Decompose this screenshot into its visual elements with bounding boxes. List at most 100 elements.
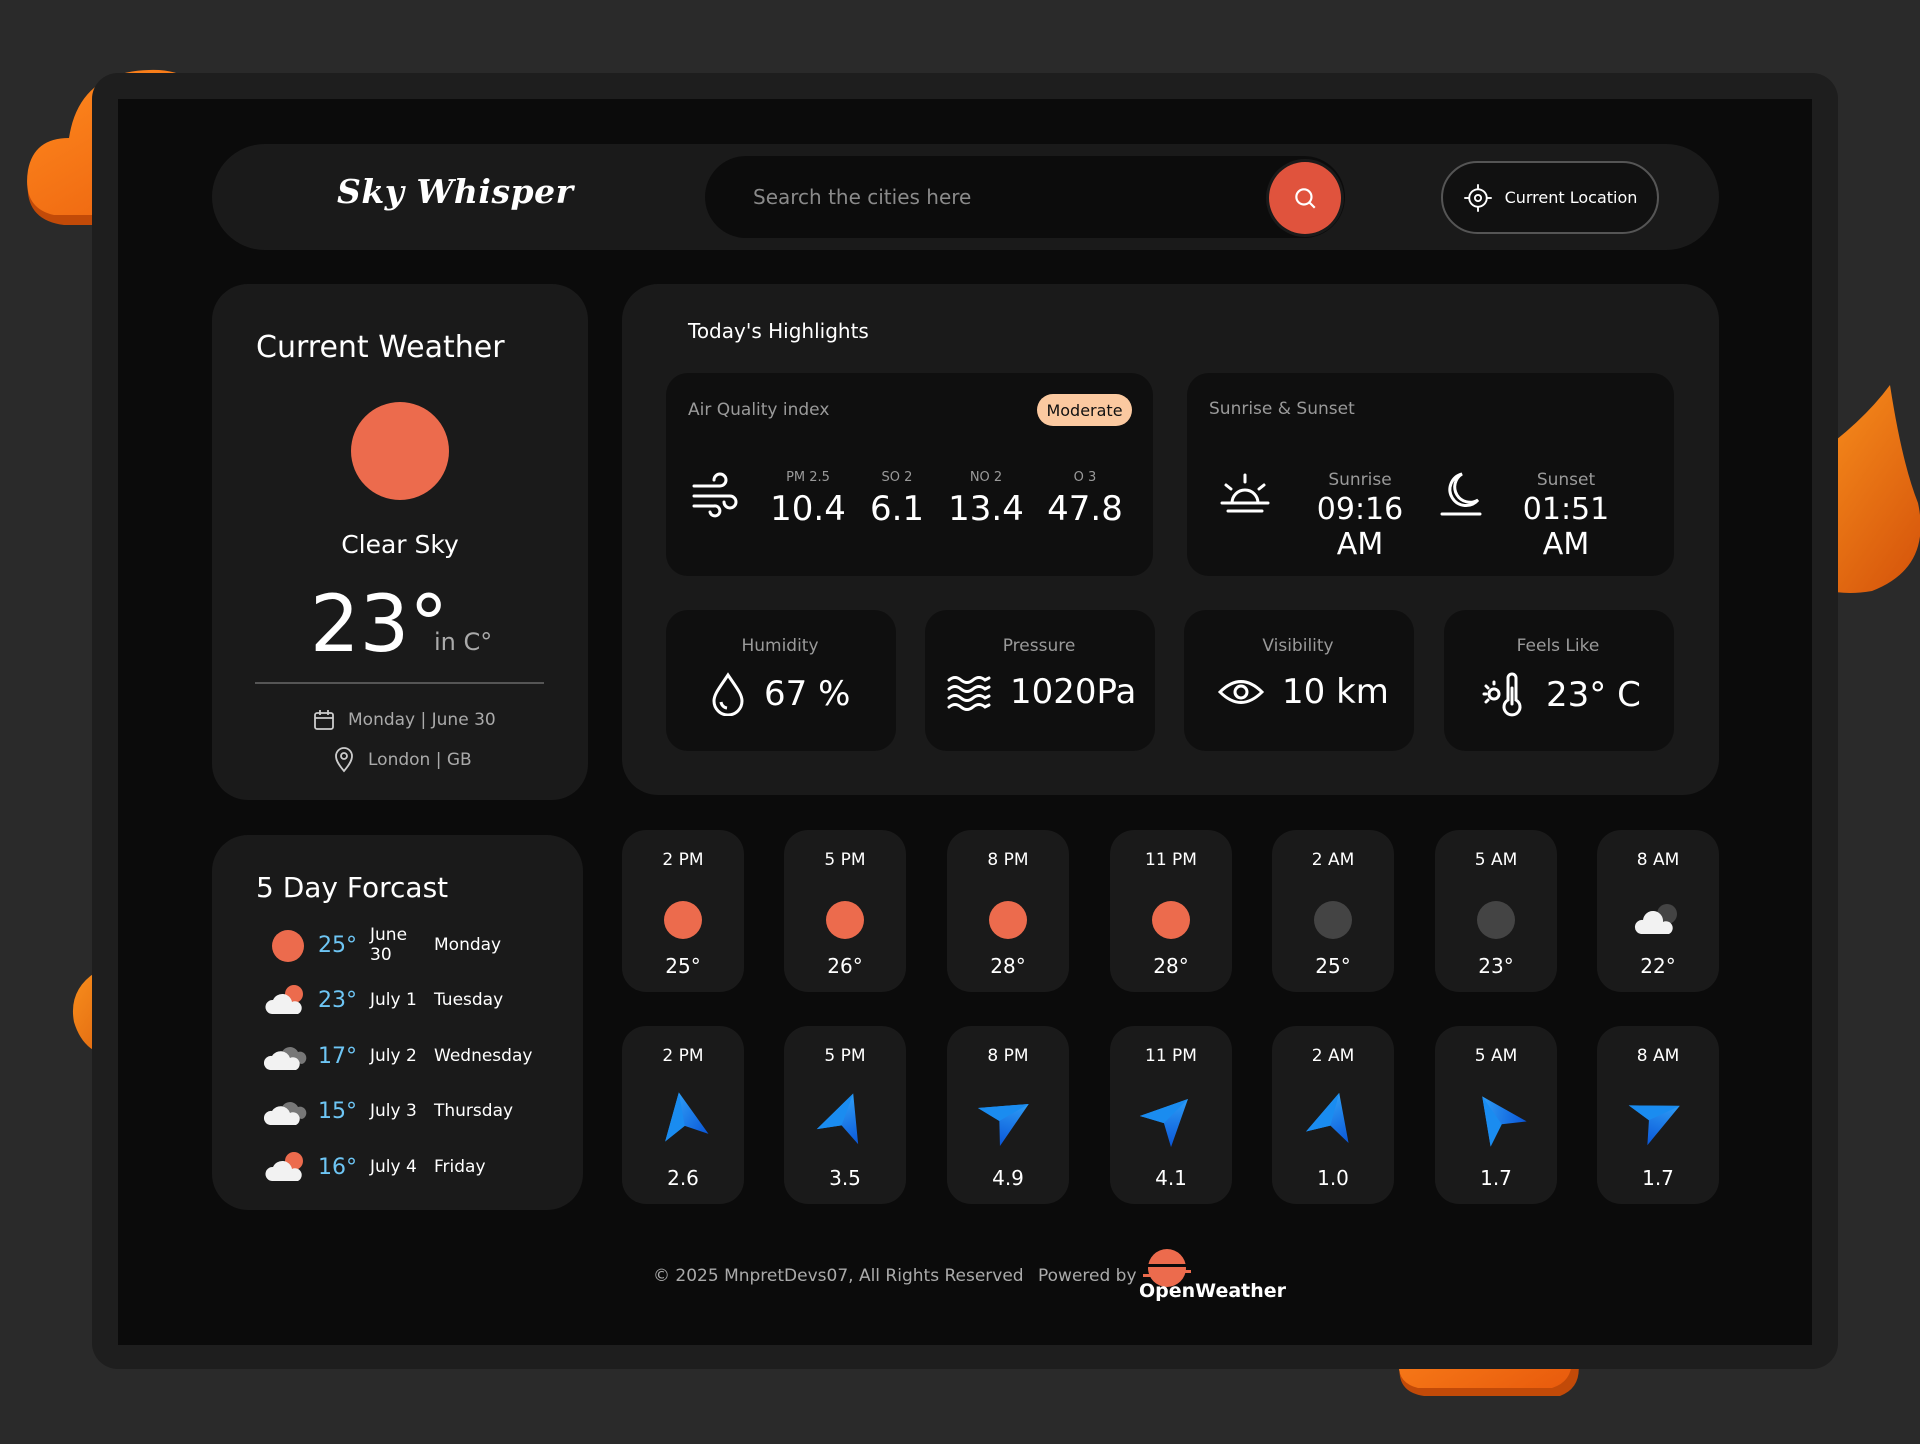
wind-speed: 1.7	[1642, 1166, 1674, 1190]
hourly-time: 2 AM	[1311, 1046, 1355, 1066]
aqi-key: O 3	[1073, 470, 1097, 485]
forecast-temp: 23°	[318, 987, 357, 1013]
droplet-icon	[712, 672, 744, 716]
hourly-temp-card: 8 AM 22°	[1597, 830, 1719, 992]
location-row: London | GB	[332, 747, 472, 773]
hourly-temp: 28°	[990, 954, 1026, 978]
hourly-wind-card: 8 AM 1.7	[1597, 1026, 1719, 1204]
wind-icon	[692, 472, 738, 518]
aqi-no2: NO 2 13.4	[945, 470, 1027, 529]
sun-icon	[351, 402, 449, 500]
hourly-wind-card: 5 PM 3.5	[784, 1026, 906, 1204]
sunrise-time: 09:16 AM	[1316, 492, 1404, 562]
forecast-temp: 17°	[318, 1043, 357, 1069]
calendar-icon	[314, 710, 334, 730]
hourly-temp: 23°	[1478, 954, 1514, 978]
cloud-moon-icon	[1633, 895, 1683, 945]
forecast-date: July 1	[370, 990, 417, 1010]
hourly-time: 5 PM	[824, 1046, 866, 1066]
search-input[interactable]	[753, 176, 1213, 218]
aqi-so2: SO 2 6.1	[862, 470, 932, 529]
forecast-day: Wednesday	[434, 1046, 533, 1066]
forecast-temp: 25°	[318, 932, 357, 958]
hourly-temp: 25°	[1315, 954, 1351, 978]
humidity-label: Humidity	[741, 636, 819, 656]
cloud-sun-icon	[265, 985, 303, 1014]
feels-like-label: Feels Like	[1516, 636, 1600, 656]
forecast-date: July 2	[370, 1046, 417, 1066]
search-button[interactable]	[1269, 162, 1341, 234]
sunrise-sunset-label: Sunrise & Sunset	[1209, 399, 1355, 419]
hourly-temp-card: 8 PM 28°	[947, 830, 1069, 992]
hourly-temp-card: 5 PM 26°	[784, 830, 906, 992]
forecast-day: Tuesday	[434, 990, 504, 1010]
hourly-time: 8 AM	[1636, 1046, 1680, 1066]
forecast-day: Monday	[434, 935, 502, 955]
pressure-label: Pressure	[1002, 636, 1076, 656]
aqi-value: 13.4	[948, 489, 1024, 529]
current-weather-title: Current Weather	[256, 330, 505, 365]
wind-direction-icon	[1468, 1088, 1527, 1147]
openweather-brand: OpenWeather	[1139, 1280, 1287, 1302]
hourly-temp-card: 11 PM 28°	[1110, 830, 1232, 992]
hourly-time: 2 PM	[662, 850, 704, 870]
current-location-button[interactable]: Current Location	[1441, 161, 1659, 234]
hourly-time: 2 AM	[1311, 850, 1355, 870]
wind-direction-icon	[1139, 1088, 1199, 1148]
hourly-temp-card: 2 PM 25°	[622, 830, 744, 992]
current-location-label: Current Location	[1504, 188, 1638, 207]
hourly-temp: 26°	[827, 954, 863, 978]
temperature-unit: in C°	[434, 628, 493, 656]
aqi-value: 10.4	[770, 489, 846, 529]
hourly-temp-card: 5 AM 23°	[1435, 830, 1557, 992]
sunrise-label: Sunrise	[1328, 470, 1392, 490]
forecast-row: 25° June 30 Monday	[264, 925, 501, 965]
date-row: Monday | June 30	[312, 708, 496, 732]
sun-icon	[658, 895, 708, 945]
moon-icon	[1471, 895, 1521, 945]
moon-icon	[1308, 895, 1358, 945]
thermometer-icon	[1482, 672, 1522, 717]
weather-condition: Clear Sky	[341, 530, 459, 559]
sun-icon	[1146, 895, 1196, 945]
hourly-time: 8 PM	[987, 850, 1029, 870]
hourly-wind-card: 5 AM 1.7	[1435, 1026, 1557, 1204]
hourly-time: 5 PM	[824, 850, 866, 870]
wind-direction-icon	[1305, 1088, 1361, 1144]
humidity-row: 67 %	[710, 672, 850, 716]
forecast-date: July 3	[370, 1101, 417, 1121]
sunset-time: 01:51 AM	[1522, 492, 1610, 562]
clouds-icon	[263, 1047, 307, 1070]
hourly-wind-card: 2 AM 1.0	[1272, 1026, 1394, 1204]
air-quality-label: Air Quality index	[688, 400, 830, 420]
aqi-key: SO 2	[881, 470, 913, 485]
current-date: Monday | June 30	[348, 710, 496, 730]
feels-like-row: 23° C	[1482, 672, 1641, 718]
hourly-temp: 22°	[1640, 954, 1676, 978]
hourly-time: 8 PM	[987, 1046, 1029, 1066]
forecast-row: 17° July 2 Wednesday	[263, 1036, 533, 1076]
current-location: London | GB	[368, 750, 472, 770]
hourly-wind-card: 8 PM 4.9	[947, 1026, 1069, 1204]
sunrise-icon	[1220, 473, 1270, 513]
hourly-temp: 28°	[1153, 954, 1189, 978]
highlights-title: Today's Highlights	[688, 319, 869, 343]
forecast-row: 16° July 4 Friday	[264, 1147, 486, 1187]
moon-icon	[1440, 472, 1482, 516]
search-bar	[705, 156, 1345, 238]
hourly-time: 11 PM	[1145, 1046, 1197, 1066]
hourly-time: 8 AM	[1636, 850, 1680, 870]
wind-speed: 1.0	[1317, 1166, 1349, 1190]
aqi-o3: O 3 47.8	[1044, 470, 1126, 529]
hourly-wind-card: 11 PM 4.1	[1110, 1026, 1232, 1204]
current-temperature: 23°	[310, 580, 449, 670]
location-pin-icon	[335, 747, 353, 773]
wind-direction-icon	[977, 1088, 1036, 1147]
waves-icon	[947, 676, 991, 711]
sunset-label: Sunset	[1536, 470, 1596, 490]
hourly-time: 5 AM	[1474, 850, 1518, 870]
search-icon	[1295, 188, 1316, 209]
sunset-column: Sunset 01:51 AM	[1496, 470, 1636, 562]
clouds-icon	[263, 1102, 307, 1125]
pressure-row: 1020Pa	[946, 672, 1136, 712]
